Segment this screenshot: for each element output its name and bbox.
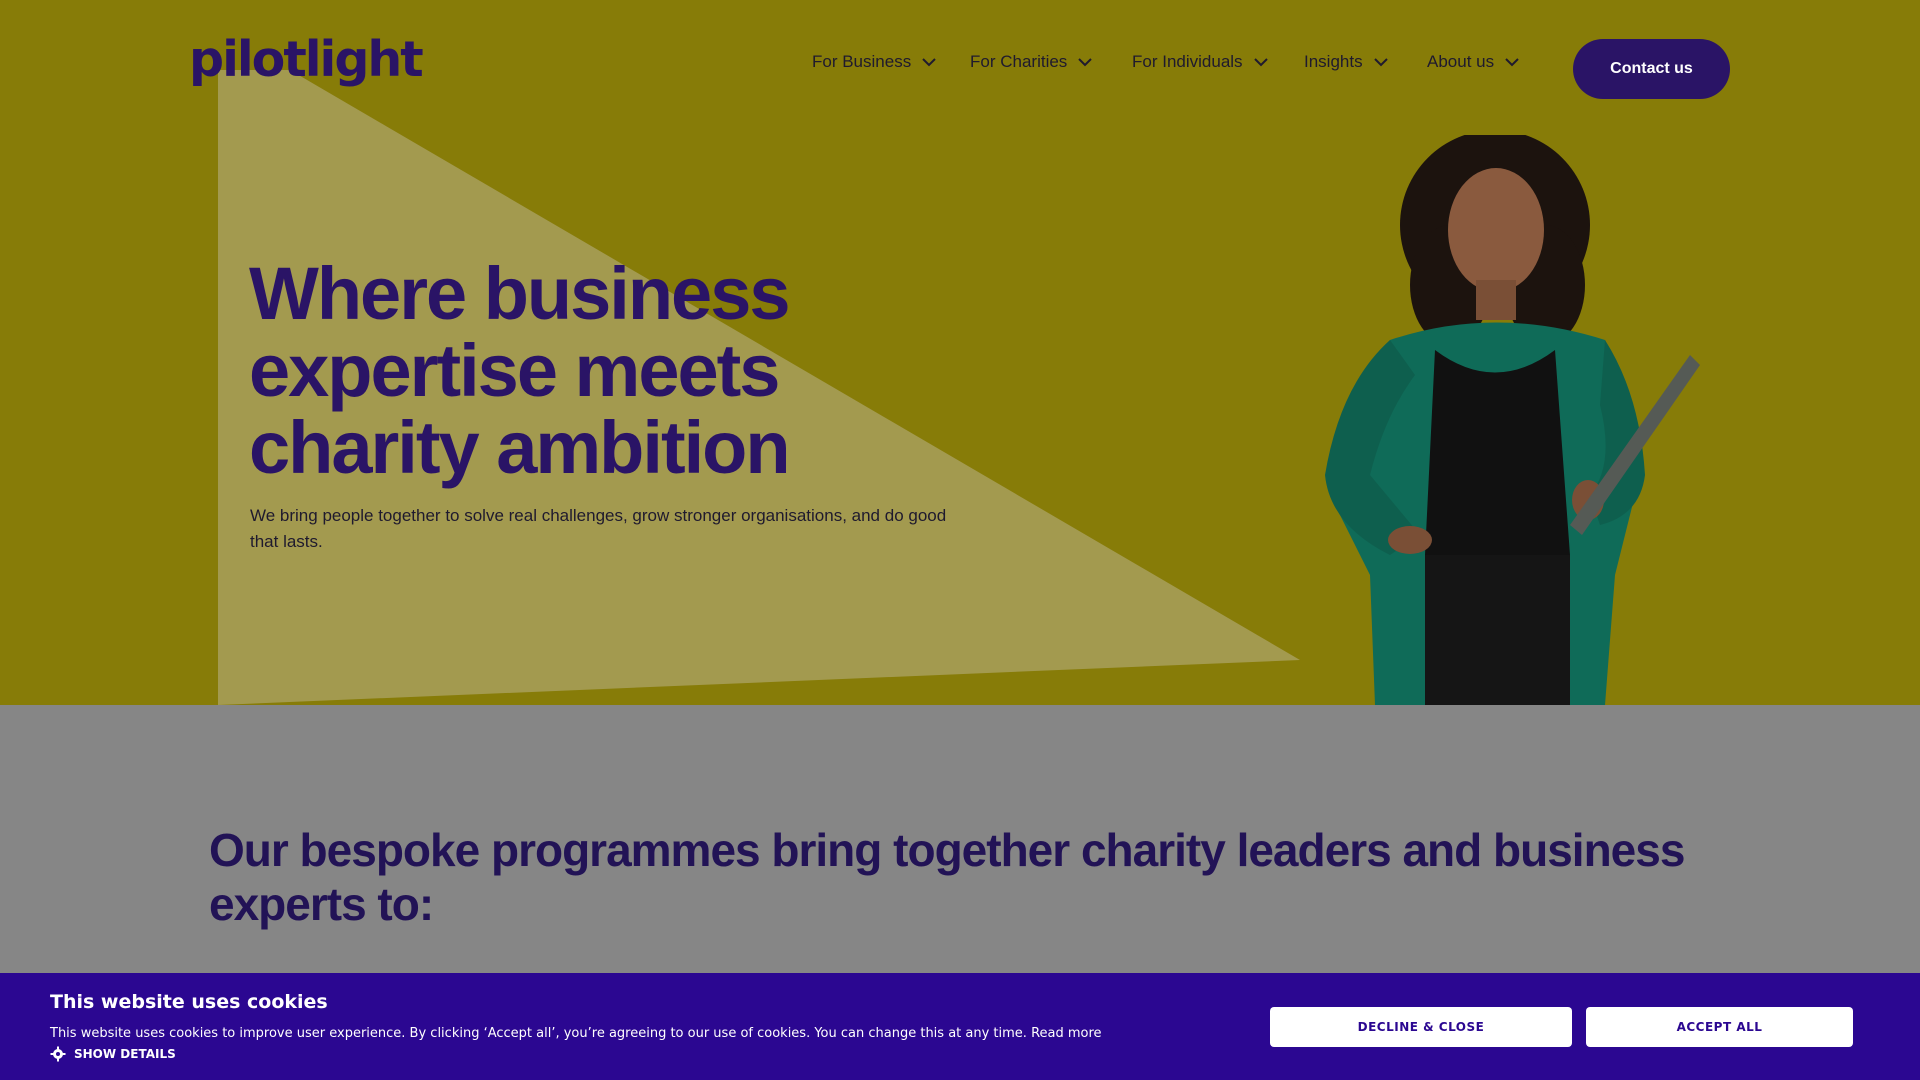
cookie-text-body: This website uses cookies to improve use… <box>50 1026 1027 1041</box>
pilotlight-logo[interactable]: pilotlight <box>189 30 424 90</box>
contact-us-button[interactable]: Contact us <box>1573 39 1730 99</box>
decline-close-button[interactable]: DECLINE & CLOSE <box>1270 1007 1572 1047</box>
nav-item-label: For Business <box>812 52 912 71</box>
cookie-text: This website uses cookies to improve use… <box>50 1026 1102 1041</box>
cookie-title: This website uses cookies <box>50 991 328 1013</box>
nav-item-insights[interactable]: Insights <box>1304 52 1389 72</box>
chevron-down-icon <box>1505 58 1519 67</box>
cookie-banner: This website uses cookies This website u… <box>0 973 1920 1080</box>
gear-icon <box>50 1046 66 1062</box>
nav-item-label: For Charities <box>970 52 1068 71</box>
accept-all-button[interactable]: ACCEPT ALL <box>1586 1007 1853 1047</box>
programmes-title: Our bespoke programmes bring together ch… <box>209 824 1685 930</box>
hero-title: Where business expertise meets charity a… <box>249 255 1009 486</box>
hero-subtitle: We bring people together to solve real c… <box>250 506 947 551</box>
chevron-down-icon <box>1253 58 1268 67</box>
chevron-down-icon <box>1373 58 1388 67</box>
nav-item-for-business[interactable]: For Business <box>812 52 937 72</box>
chevron-down-icon <box>1078 58 1093 67</box>
show-details-toggle[interactable]: SHOW DETAILS <box>50 1046 176 1062</box>
nav-item-for-individuals[interactable]: For Individuals <box>1132 52 1269 72</box>
hero-title-line: charity ambition <box>249 406 791 489</box>
hero-title-line: Where business <box>249 252 791 335</box>
nav-item-label: For Individuals <box>1132 52 1243 71</box>
hero-section: pilotlight For Business For Charities Fo… <box>0 0 1920 705</box>
chevron-down-icon <box>922 58 936 67</box>
hero-person-image <box>1325 135 1700 705</box>
page: pilotlight For Business For Charities Fo… <box>0 0 1920 1080</box>
read-more-link[interactable]: Read more <box>1031 1026 1101 1041</box>
show-details-label: SHOW DETAILS <box>74 1047 176 1061</box>
hero-title-line: expertise meets <box>249 329 780 412</box>
nav-item-for-charities[interactable]: For Charities <box>970 52 1093 72</box>
nav-item-label: Insights <box>1304 52 1363 71</box>
nav-item-about-us[interactable]: About us <box>1427 52 1520 72</box>
nav-item-label: About us <box>1427 52 1495 71</box>
